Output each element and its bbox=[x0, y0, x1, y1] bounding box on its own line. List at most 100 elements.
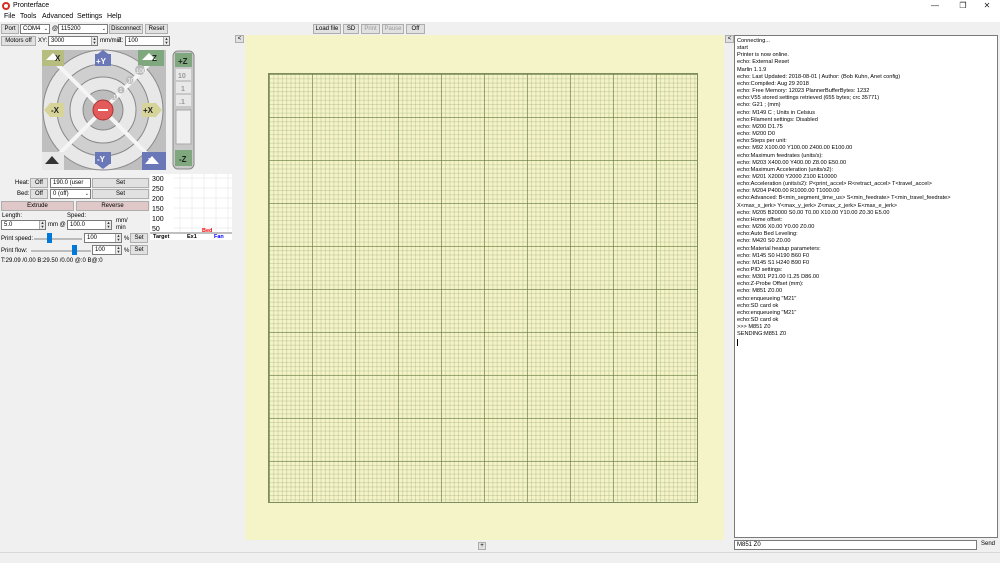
temperature-status: T:29.09 /0.00 B:29.50 /0.00 @:0 B@:0 bbox=[1, 258, 103, 264]
speed-label: Speed: bbox=[67, 213, 87, 219]
console-line: SENDING:M851 Z0 bbox=[737, 331, 787, 338]
app-logo-icon bbox=[2, 2, 10, 10]
spin-arrows-icon[interactable]: ▲ ▼ bbox=[39, 221, 45, 229]
z-speed-value: 100 bbox=[128, 38, 139, 44]
bed-select[interactable]: 0 (off) ⌄ bbox=[50, 189, 91, 199]
load-file-button[interactable]: Load file bbox=[313, 24, 341, 34]
print-speed-slider-thumb[interactable] bbox=[47, 233, 52, 243]
length-value: 5.0 bbox=[4, 222, 13, 228]
heat-select-value: 190.0 (user bbox=[53, 180, 84, 186]
print-button[interactable]: Print bbox=[361, 24, 380, 34]
ring-label-1: 1 bbox=[120, 88, 123, 94]
spin-arrows-icon[interactable]: ▲ ▼ bbox=[105, 221, 111, 229]
print-flow-value: 100 bbox=[95, 247, 106, 253]
heat-select[interactable]: 190.0 (user bbox=[50, 178, 91, 188]
spin-arrows-icon[interactable]: ▲ ▼ bbox=[163, 37, 169, 45]
length-unit: mm @ bbox=[48, 222, 66, 228]
console-line: echo: M205 B20000 S0.00 T0.00 X10.00 Y10… bbox=[737, 209, 890, 216]
console-line: echo:V55 stored settings retrieved (655 … bbox=[737, 95, 880, 102]
motors-off-button[interactable]: Motors off bbox=[1, 36, 36, 46]
print-speed-slider-track bbox=[34, 238, 82, 240]
console-log[interactable]: Connecting... start Printer is now online.… bbox=[734, 35, 998, 538]
console-line: echo:Maximum Acceleration (units/s2): bbox=[737, 166, 834, 173]
console-line: echo: M301 P21.00 I1.25 D86.00 bbox=[737, 274, 820, 281]
chart-y-tick-label: 100 bbox=[152, 216, 164, 223]
minimize-button[interactable]: — bbox=[922, 0, 948, 11]
plus-y-label: +Y bbox=[96, 57, 107, 66]
menu-help[interactable]: Help bbox=[107, 13, 121, 20]
extrude-speed-value: 100.0 bbox=[70, 222, 86, 228]
xy-speed-value: 3000 bbox=[51, 38, 65, 44]
home-y-label: Y bbox=[148, 157, 154, 166]
sd-button[interactable]: SD bbox=[343, 24, 359, 34]
print-flow-set-button[interactable]: Set bbox=[130, 245, 148, 255]
menu-advanced[interactable]: Advanced bbox=[42, 13, 73, 20]
baud-select[interactable]: 115200 ⌄ bbox=[58, 24, 108, 34]
xy-speed-input[interactable]: 3000 ▲ ▼ bbox=[48, 36, 98, 46]
heat-set-button[interactable]: Set bbox=[92, 178, 149, 188]
console-line: >>> M851 Z0 bbox=[737, 324, 771, 331]
console-line: echo: M92 X100.00 Y100.00 Z400.00 E100.0… bbox=[737, 145, 853, 152]
print-flow-unit: % bbox=[124, 248, 130, 254]
console-line: echo: M145 S1 H240 B90 F0 bbox=[737, 259, 810, 266]
extrude-speed-input[interactable]: 100.0 ▲ ▼ bbox=[67, 220, 112, 230]
print-speed-set-button[interactable]: Set bbox=[130, 233, 148, 243]
chevron-down-icon: ⌄ bbox=[43, 26, 48, 32]
console-line: echo:Compiled: Aug 29 2018 bbox=[737, 80, 809, 87]
port-select-value: COM4 bbox=[23, 26, 41, 32]
off-button[interactable]: Off bbox=[406, 24, 425, 34]
minus-x-label: -X bbox=[51, 106, 60, 115]
collapse-left-button[interactable]: < bbox=[235, 35, 244, 43]
spin-arrows-icon[interactable]: ▲ ▼ bbox=[115, 234, 121, 242]
console-line: echo:Maximum feedrates (units/s): bbox=[737, 152, 823, 159]
extrude-button[interactable]: Extrude bbox=[1, 201, 74, 211]
console-line: echo: Free Memory: 12023 PlannerBufferBy… bbox=[737, 88, 870, 95]
console-line: echo:enqueueing "M21" bbox=[737, 309, 797, 316]
build-plate-grid[interactable] bbox=[268, 73, 698, 503]
print-flow-input[interactable]: 100 ▲ ▼ bbox=[92, 245, 122, 255]
console-line: echo: M851 Z0.00 bbox=[737, 288, 783, 295]
print-speed-input[interactable]: 100 ▲ ▼ bbox=[84, 233, 122, 243]
z-plus-label: +Z bbox=[178, 57, 188, 66]
extrude-speed-unit: mm/ min bbox=[116, 218, 128, 231]
spin-arrows-icon[interactable]: ▲ ▼ bbox=[115, 246, 121, 254]
pause-button[interactable]: Pause bbox=[382, 24, 404, 34]
z-jog-control[interactable]: +Z 10 1 .1 -Z bbox=[172, 50, 195, 170]
menu-bar: File Tools Advanced Settings Help bbox=[0, 12, 1000, 22]
reverse-button[interactable]: Reverse bbox=[76, 201, 149, 211]
chart-legend-target: Target bbox=[153, 234, 170, 240]
reset-button[interactable]: Reset bbox=[145, 24, 168, 34]
command-input[interactable]: M851 Z0 bbox=[734, 540, 977, 550]
expand-bottom-button[interactable]: + bbox=[478, 542, 486, 550]
disconnect-button[interactable]: Disconnect bbox=[109, 24, 143, 34]
xy-jog-control[interactable]: X Z Y +Y -Y -X +X 100 10 1 .1 bbox=[40, 48, 170, 172]
port-select[interactable]: COM4 ⌄ bbox=[20, 24, 50, 34]
heat-off-button[interactable]: Off bbox=[30, 178, 48, 188]
port-button[interactable]: Port bbox=[1, 24, 19, 34]
length-input[interactable]: 5.0 ▲ ▼ bbox=[1, 220, 46, 230]
console-line: echo:PID settings: bbox=[737, 267, 783, 273]
menu-tools[interactable]: Tools bbox=[20, 13, 36, 20]
send-button[interactable]: Send bbox=[978, 540, 998, 550]
collapse-right-button[interactable]: < bbox=[725, 35, 734, 43]
spin-arrows-icon[interactable]: ▲ ▼ bbox=[91, 37, 97, 45]
console-line: echo:SD card ok bbox=[737, 317, 779, 324]
print-flow-slider-track bbox=[31, 250, 91, 252]
print-speed-label: Print speed: bbox=[1, 236, 34, 242]
z-speed-input[interactable]: 100 ▲ ▼ bbox=[125, 36, 170, 46]
close-button[interactable]: ✕ bbox=[974, 0, 1000, 11]
chart-y-tick-label: 150 bbox=[152, 206, 164, 213]
menu-settings[interactable]: Settings bbox=[77, 13, 102, 20]
home-x-label: X bbox=[55, 54, 61, 63]
bed-set-button[interactable]: Set bbox=[92, 189, 149, 199]
console-line: echo:Filament settings: Disabled bbox=[737, 116, 818, 123]
command-input-value: M851 Z0 bbox=[737, 542, 761, 548]
bed-off-button[interactable]: Off bbox=[30, 189, 48, 199]
menu-file[interactable]: File bbox=[4, 13, 15, 20]
console-line: echo: M420 S0 Z0.00 bbox=[737, 238, 791, 245]
maximize-button[interactable]: ❐ bbox=[950, 0, 976, 11]
print-flow-label: Print flow: bbox=[1, 248, 28, 254]
z-step-01-label: .1 bbox=[179, 99, 185, 106]
print-flow-slider-thumb[interactable] bbox=[72, 245, 77, 255]
console-line: echo:Advanced: B<min_segment_time_us> S<… bbox=[737, 195, 951, 202]
